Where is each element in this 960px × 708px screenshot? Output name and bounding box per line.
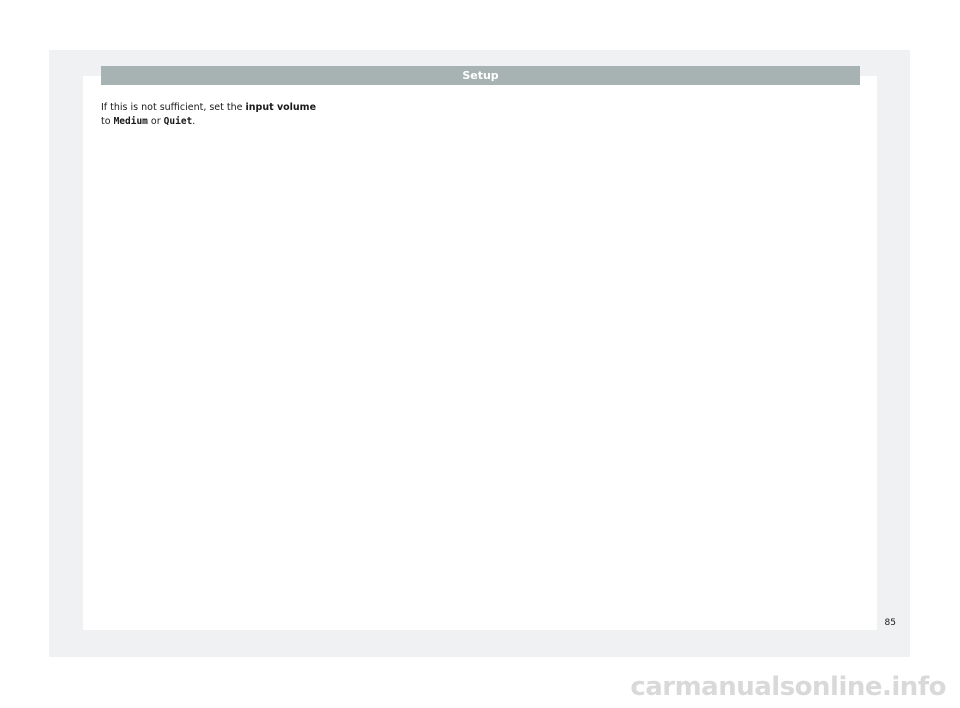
section-title: Setup xyxy=(462,69,499,82)
text-line1-prefix: If this is not sufficient, set the xyxy=(101,102,246,113)
section-header: Setup xyxy=(101,66,860,85)
text-line2-prefix: to xyxy=(101,116,114,127)
option-medium: Medium xyxy=(113,116,148,127)
input-volume-term: input volume xyxy=(245,102,317,113)
text-line2-suffix: . xyxy=(192,116,196,127)
page-sheet xyxy=(83,76,877,630)
page-number: 85 xyxy=(884,618,896,628)
text-line2-middle: or xyxy=(147,116,164,127)
instruction-paragraph: If this is not sufficient, set the input… xyxy=(101,101,361,129)
option-quiet: Quiet xyxy=(163,116,193,127)
watermark-text: carmanualsonline.info xyxy=(630,672,946,702)
